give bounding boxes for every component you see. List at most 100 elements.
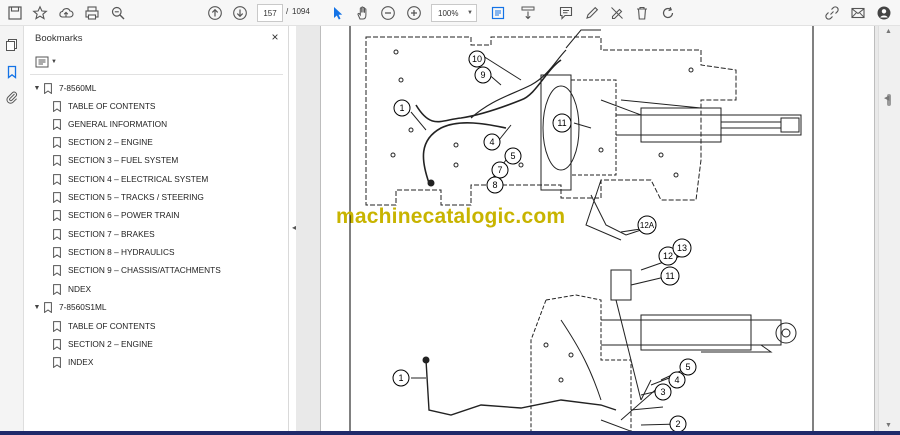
- callout-11: 11: [557, 118, 566, 128]
- save-icon[interactable]: [5, 3, 25, 23]
- expand-right-panel-icon[interactable]: ◀: [884, 94, 889, 102]
- vertical-scrollbar[interactable]: ▲ ▼: [878, 26, 900, 435]
- bookmark-label: SECTION 2 – ENGINE: [68, 339, 153, 349]
- bookmark-label: SECTION 2 – ENGINE: [68, 137, 153, 147]
- bookmark-item[interactable]: SECTION 8 – HYDRAULICS: [51, 244, 175, 260]
- main-toolbar: 157 / 1094 100% ▼: [0, 0, 900, 26]
- zoom-in-icon[interactable]: [404, 3, 424, 23]
- close-icon[interactable]: ×: [268, 30, 282, 44]
- print-icon[interactable]: [82, 3, 102, 23]
- bookmark-item[interactable]: SECTION 2 – ENGINE: [51, 336, 153, 352]
- bookmark-item[interactable]: TABLE OF CONTENTS: [51, 318, 155, 334]
- bookmark-label: SECTION 9 – CHASSIS/ATTACHMENTS: [68, 265, 221, 275]
- bookmark-item-7-8560ml[interactable]: ▼ 7-8560ML: [32, 80, 96, 96]
- bookmark-label: TABLE OF CONTENTS: [68, 101, 156, 111]
- taskbar-strip: [0, 431, 900, 435]
- callout-11: 11: [665, 271, 674, 281]
- delete-icon[interactable]: [632, 3, 652, 23]
- bookmark-label: SECTION 8 – HYDRAULICS: [68, 247, 175, 257]
- callout-8: 8: [492, 180, 497, 190]
- total-pages: 1094: [292, 7, 310, 16]
- account-icon[interactable]: [874, 3, 894, 23]
- chevron-down-icon: ▼: [467, 10, 473, 16]
- watermark-text: machinecatalogic.com: [336, 205, 566, 228]
- pen-draw-icon[interactable]: [582, 3, 602, 23]
- bookmark-label: TABLE OF CONTENTS: [68, 321, 156, 331]
- bookmark-item[interactable]: SECTION 2 – ENGINE: [51, 134, 153, 150]
- bookmark-icon: [51, 153, 63, 167]
- callout-1: 1: [398, 373, 403, 383]
- previous-page-icon[interactable]: [205, 3, 225, 23]
- zoom-out-icon[interactable]: [378, 3, 398, 23]
- bookmark-item[interactable]: SECTION 3 – FUEL SYSTEM: [51, 152, 178, 168]
- chevron-down-icon: ▼: [51, 59, 57, 65]
- bookmark-item[interactable]: TABLE OF CONTENTS: [51, 98, 155, 114]
- callout-1: 1: [399, 103, 404, 113]
- navigation-rail: [0, 26, 24, 435]
- bookmark-icon: [51, 337, 63, 351]
- link-edit-icon[interactable]: [822, 3, 842, 23]
- bookmark-icon: [51, 282, 63, 296]
- scroll-mode-icon[interactable]: [518, 3, 538, 23]
- bookmark-item[interactable]: SECTION 6 – POWER TRAIN: [51, 207, 179, 223]
- zoom-search-icon[interactable]: [108, 3, 128, 23]
- bookmark-icon: [51, 355, 63, 369]
- callout-4: 4: [489, 137, 494, 147]
- bookmark-panel-icon[interactable]: [3, 63, 21, 81]
- bookmark-icon: [51, 227, 63, 241]
- page-number-input[interactable]: 157: [257, 4, 283, 22]
- bookmark-icon: [51, 208, 63, 222]
- bookmark-item[interactable]: GENERAL INFORMATION: [51, 116, 167, 132]
- attachment-icon[interactable]: [3, 88, 21, 106]
- bookmark-item[interactable]: SECTION 9 – CHASSIS/ATTACHMENTS: [51, 262, 221, 278]
- callout-5: 5: [510, 151, 515, 161]
- callout-5: 5: [685, 362, 690, 372]
- callout-10: 10: [472, 54, 482, 64]
- callout-12: 12: [663, 251, 673, 261]
- page-thumbnails-icon[interactable]: [3, 36, 21, 54]
- fit-page-icon[interactable]: [487, 3, 509, 23]
- cloud-upload-icon[interactable]: [56, 3, 76, 23]
- bookmark-label: SECTION 3 – FUEL SYSTEM: [68, 155, 179, 165]
- bookmark-options-button[interactable]: ▼: [35, 54, 61, 70]
- bookmark-label: INDEX: [68, 357, 94, 367]
- bookmark-icon: [51, 319, 63, 333]
- mail-icon[interactable]: [848, 3, 868, 23]
- bookmark-item[interactable]: NDEX: [51, 281, 91, 297]
- highlight-erase-icon[interactable]: [607, 3, 627, 23]
- bookmark-icon: [51, 190, 63, 204]
- bookmark-item[interactable]: INDEX: [51, 354, 93, 370]
- callout-2: 2: [675, 419, 680, 429]
- hydraulic-schematic-drawing: 1 4 5 7 8 9 10 11 12A 1 2 3 4 5 11 12 13: [349, 26, 814, 435]
- bookmark-icon: [51, 117, 63, 131]
- document-page: 1 4 5 7 8 9 10 11 12A 1 2 3 4 5 11 12 13: [320, 26, 875, 435]
- bookmark-item[interactable]: SECTION 4 – ELECTRICAL SYSTEM: [51, 171, 208, 187]
- chevron-down-icon[interactable]: ▼: [32, 85, 42, 92]
- callout-13: 13: [677, 243, 687, 253]
- bookmark-icon: [51, 99, 63, 113]
- page-separator: /: [286, 7, 289, 16]
- panel-divider: [30, 74, 283, 75]
- select-cursor-icon[interactable]: [328, 3, 348, 23]
- zoom-level-value: 100%: [438, 8, 459, 18]
- scroll-down-icon[interactable]: ▼: [885, 422, 892, 429]
- panel-title: Bookmarks: [35, 33, 83, 44]
- bookmark-label: SECTION 5 – TRACKS / STEERING: [68, 192, 204, 202]
- star-icon[interactable]: [30, 3, 50, 23]
- bookmark-label: SECTION 4 – ELECTRICAL SYSTEM: [68, 174, 209, 184]
- scroll-up-icon[interactable]: ▲: [885, 28, 892, 35]
- bookmark-item-7-8560s1ml[interactable]: ▼ 7-8560S1ML: [32, 299, 107, 315]
- chevron-down-icon[interactable]: ▼: [32, 304, 42, 311]
- bookmark-item[interactable]: SECTION 5 – TRACKS / STEERING: [51, 189, 204, 205]
- bookmark-icon: [51, 135, 63, 149]
- bookmark-item[interactable]: SECTION 7 – BRAKES: [51, 226, 155, 242]
- bookmark-label: SECTION 6 – POWER TRAIN: [68, 210, 180, 220]
- comment-icon[interactable]: [556, 3, 576, 23]
- hand-tool-icon[interactable]: [353, 3, 373, 23]
- next-page-icon[interactable]: [230, 3, 250, 23]
- callout-4: 4: [674, 375, 679, 385]
- bookmark-label: GENERAL INFORMATION: [68, 119, 168, 129]
- bookmark-icon: [51, 263, 63, 277]
- zoom-level-select[interactable]: 100% ▼: [431, 4, 477, 22]
- rotate-icon[interactable]: [658, 3, 678, 23]
